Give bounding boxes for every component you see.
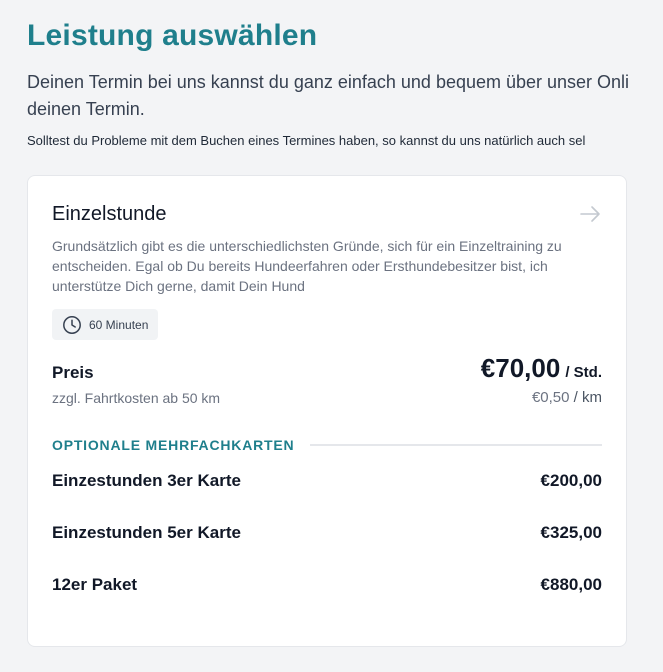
arrow-right-icon[interactable] xyxy=(578,202,602,226)
description-line: Grundsätzlich gibt es die unterschiedlic… xyxy=(52,238,562,254)
travel-note: zzgl. Fahrtkosten ab 50 km xyxy=(52,390,221,406)
package-row[interactable]: Einzestunden 3er Karte €200,00 xyxy=(52,469,602,493)
package-name: Einzestunden 5er Karte xyxy=(52,523,241,542)
lead-line-2: deinen Termin. xyxy=(27,99,145,119)
lead-text: Deinen Termin bei uns kannst du ganz ein… xyxy=(27,69,663,123)
page-title: Leistung auswählen xyxy=(27,19,318,52)
price-label: Preis xyxy=(52,363,94,382)
package-row[interactable]: 12er Paket €880,00 xyxy=(52,573,602,597)
lead-line-1: Deinen Termin bei uns kannst du ganz ein… xyxy=(27,72,630,92)
travel-price: €0,50 / km xyxy=(532,389,602,406)
help-note: Solltest du Probleme mit dem Buchen eine… xyxy=(27,133,586,148)
service-description: Grundsätzlich gibt es die unterschiedlic… xyxy=(52,236,608,296)
price-value: €70,00 / Std. xyxy=(481,353,602,384)
package-name: 12er Paket xyxy=(52,575,138,594)
package-row[interactable]: Einzestunden 5er Karte €325,00 xyxy=(52,521,602,545)
section-label: OPTIONALE MEHRFACHKARTEN xyxy=(52,437,295,453)
duration-badge: 60 Minuten xyxy=(52,309,159,340)
service-title: Einzelstunde xyxy=(52,203,167,225)
travel-price-amount: €0,50 xyxy=(531,389,570,406)
service-card[interactable]: Einzelstunde Grundsätzlich gibt es die u… xyxy=(27,175,627,647)
description-line: entscheiden. Egal ob Du bereits Hundeerf… xyxy=(52,258,548,274)
description-line: unterstütze Dich gerne, damit Dein Hund xyxy=(52,278,305,294)
package-name: Einzestunden 3er Karte xyxy=(52,471,241,490)
duration-label: 60 Minuten xyxy=(89,317,149,332)
divider xyxy=(310,444,602,446)
clock-icon xyxy=(62,315,82,335)
price-unit: / Std. xyxy=(565,364,602,381)
optional-cards-heading: OPTIONALE MEHRFACHKARTEN xyxy=(52,437,602,453)
package-price: €200,00 xyxy=(540,471,602,490)
package-price: €880,00 xyxy=(540,575,602,594)
package-price: €325,00 xyxy=(540,523,602,542)
price-amount: €70,00 xyxy=(480,353,561,383)
travel-price-unit: / km xyxy=(573,389,602,406)
